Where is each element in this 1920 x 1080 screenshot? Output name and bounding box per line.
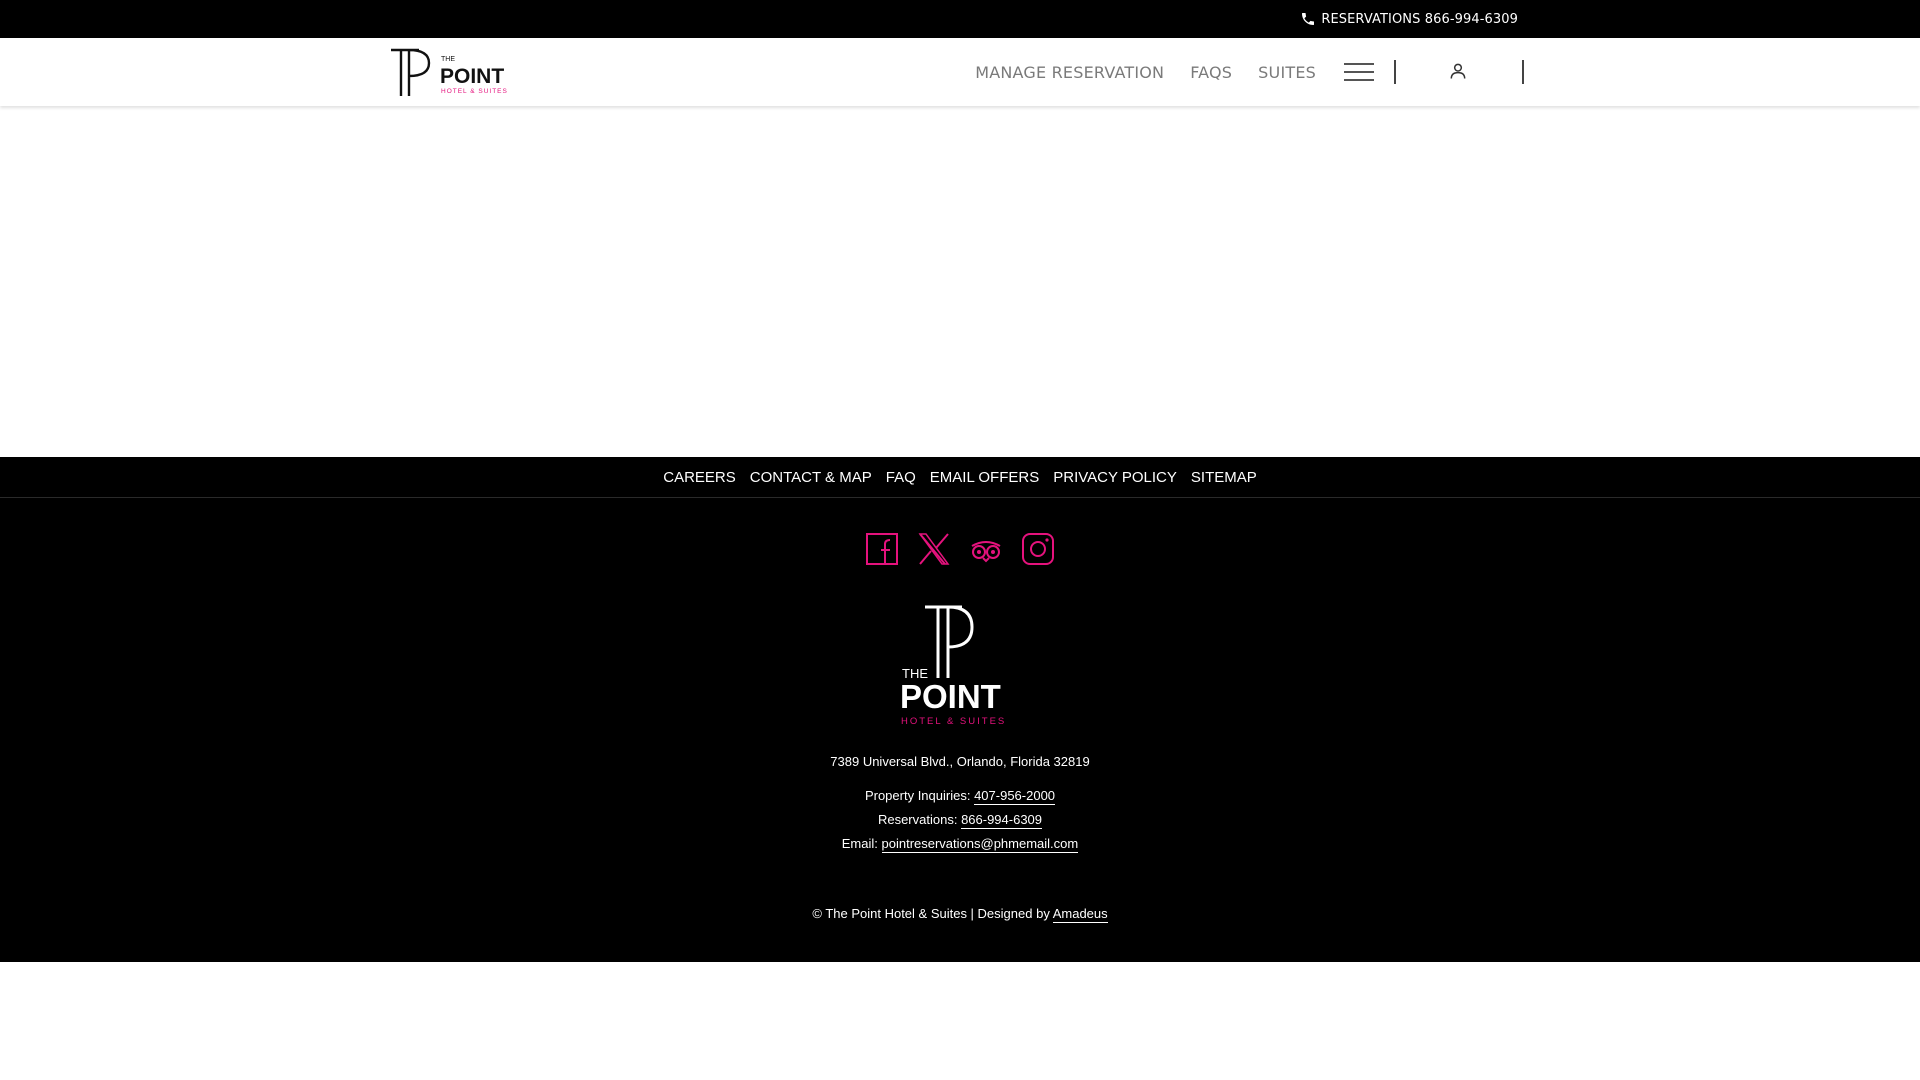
instagram-icon[interactable] xyxy=(1021,532,1055,566)
reservations-contact: Reservations: 866-994-6309 xyxy=(0,812,1920,829)
svg-text:POINT: POINT xyxy=(900,678,1001,715)
phone-icon xyxy=(1302,13,1315,25)
site-header: THE POINT HOTEL & SUITES MANAGE RESERVAT… xyxy=(0,38,1920,106)
user-icon xyxy=(1450,63,1466,79)
social-links xyxy=(0,532,1920,566)
footer-nav: CAREERS CONTACT & MAP FAQ EMAIL OFFERS P… xyxy=(0,457,1920,498)
footer-link-contact-map[interactable]: CONTACT & MAP xyxy=(750,469,872,486)
property-inquiries-label: Property Inquiries: xyxy=(864,788,971,803)
header-divider xyxy=(1394,60,1396,84)
footer-link-privacy-policy[interactable]: PRIVACY POLICY xyxy=(1053,469,1177,486)
user-account-button[interactable] xyxy=(1448,61,1470,83)
footer-link-careers[interactable]: CAREERS xyxy=(663,469,736,486)
footer-the-point-logo: THE POINT HOTEL & SUITES xyxy=(900,605,1006,727)
header-divider-right xyxy=(1522,60,1524,84)
site-footer: THE POINT HOTEL & SUITES 7389 Universal … xyxy=(0,498,1920,962)
top-bar: RESERVATIONS 866-994-6309 xyxy=(0,0,1920,38)
email-link[interactable]: pointreservations@phmemail.com xyxy=(881,836,1079,853)
svg-text:THE: THE xyxy=(441,56,455,63)
footer-link-email-offers[interactable]: EMAIL OFFERS xyxy=(930,469,1039,486)
copyright-text: © The Point Hotel & Suites | Designed by xyxy=(812,906,1050,921)
copyright: © The Point Hotel & Suites | Designed by… xyxy=(0,906,1920,923)
property-phone-link[interactable]: 407-956-2000 xyxy=(974,788,1056,805)
nav-suites[interactable]: SUITES xyxy=(1258,63,1316,82)
reservations-phone-link[interactable]: 866-994-6309 xyxy=(961,812,1043,829)
hotel-address: 7389 Universal Blvd., Orlando, Florida 3… xyxy=(830,754,1090,769)
designer-link[interactable]: Amadeus xyxy=(1052,906,1108,923)
reservations-label: RESERVATIONS 866-994-6309 xyxy=(1321,11,1518,27)
the-point-logo[interactable]: THE POINT HOTEL & SUITES xyxy=(389,47,521,99)
x-twitter-icon[interactable] xyxy=(917,532,951,566)
facebook-icon[interactable] xyxy=(865,532,899,566)
main-nav: MANAGE RESERVATION FAQS SUITES xyxy=(975,38,1524,106)
reservations-contact-label: Reservations: xyxy=(877,812,958,827)
hamburger-menu-icon[interactable] xyxy=(1344,61,1374,83)
email-contact: Email: pointreservations@phmemail.com xyxy=(0,836,1920,853)
svg-text:HOTEL & SUITES: HOTEL & SUITES xyxy=(441,88,508,95)
property-inquiries: Property Inquiries: 407-956-2000 xyxy=(0,788,1920,805)
footer-link-sitemap[interactable]: SITEMAP xyxy=(1191,469,1257,486)
email-label: Email: xyxy=(841,836,878,851)
nav-manage-reservation[interactable]: MANAGE RESERVATION xyxy=(975,63,1164,82)
svg-text:HOTEL & SUITES: HOTEL & SUITES xyxy=(901,716,1006,727)
reservations-phone-link[interactable]: RESERVATIONS 866-994-6309 xyxy=(1300,0,1518,38)
svg-text:POINT: POINT xyxy=(440,65,504,88)
tripadvisor-icon[interactable] xyxy=(969,532,1003,566)
footer-link-faq[interactable]: FAQ xyxy=(886,469,916,486)
nav-faqs[interactable]: FAQS xyxy=(1190,63,1232,82)
